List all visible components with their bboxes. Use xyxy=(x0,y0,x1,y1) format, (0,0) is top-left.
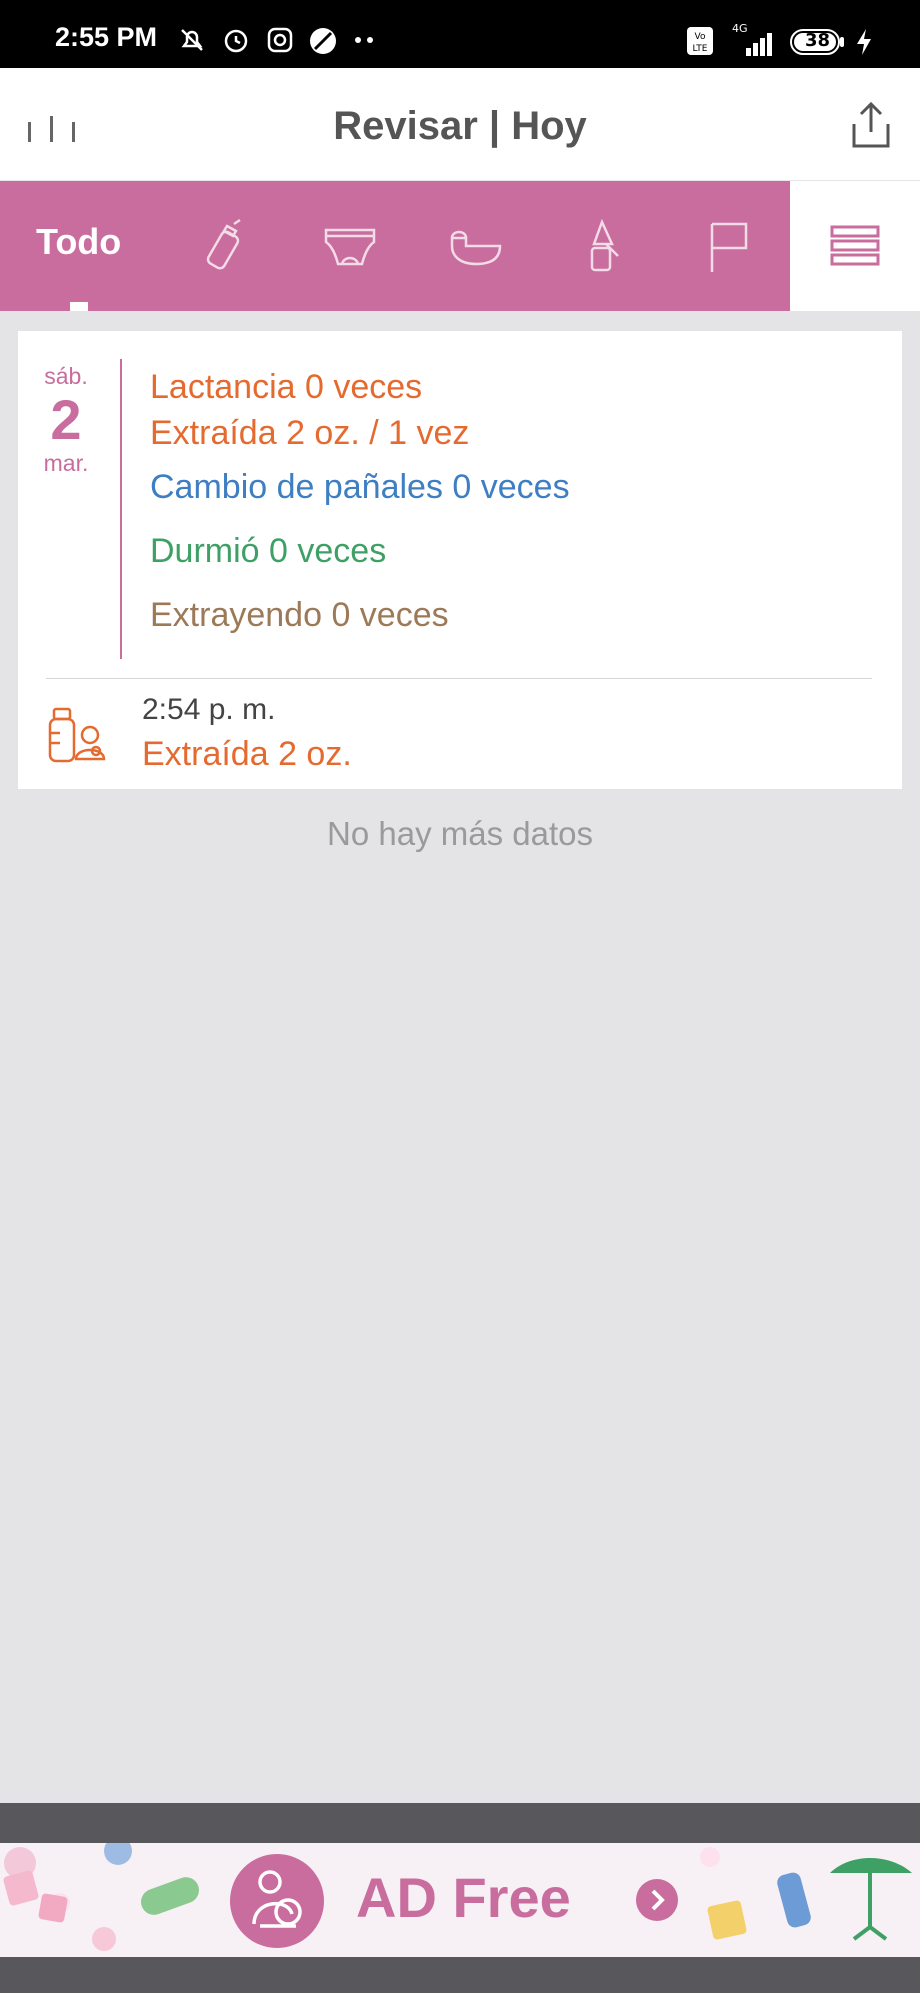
flag-icon[interactable] xyxy=(700,216,760,276)
svg-text:Vo: Vo xyxy=(695,32,706,42)
entry-description: Extraída 2 oz. xyxy=(142,735,352,773)
no-more-data-label: No hay más datos xyxy=(327,815,593,852)
ad-decoration-left xyxy=(3,1843,199,1951)
diaper-icon[interactable] xyxy=(320,216,380,276)
day-number: 2 xyxy=(50,388,82,451)
summary-durmio: Durmió 0 veces xyxy=(150,532,387,570)
daily-summary: Lactancia 0 veces Extraída 2 oz. / 1 vez… xyxy=(150,363,570,647)
charging-icon xyxy=(857,29,871,55)
ad-label: AD Free xyxy=(356,1866,571,1929)
summary-extraida: Extraída 2 oz. / 1 vez xyxy=(150,414,470,452)
summary-extrayendo: Extrayendo 0 veces xyxy=(150,596,449,634)
navigation-bar xyxy=(0,1957,920,1993)
list-view-button[interactable] xyxy=(790,181,920,311)
date-divider xyxy=(120,359,122,659)
active-tab-indicator xyxy=(70,302,88,311)
signal-icon xyxy=(746,33,772,56)
weekday-label: sáb. xyxy=(44,363,88,389)
instagram-icon xyxy=(267,27,293,53)
pump-icon[interactable] xyxy=(572,216,632,276)
month-label: mar. xyxy=(43,450,89,476)
share-icon[interactable] xyxy=(848,100,894,150)
entry-time: 2:54 p. m. xyxy=(142,693,276,726)
battery-level: 38 xyxy=(805,30,831,51)
app-icon xyxy=(310,28,336,54)
sleep-icon[interactable] xyxy=(446,216,506,276)
card-divider xyxy=(46,678,872,679)
summary-panales: Cambio de pañales 0 veces xyxy=(150,468,570,506)
ad-decoration-right xyxy=(700,1847,912,1941)
status-time: 2:55 PM xyxy=(55,22,158,52)
svg-text:LTE: LTE xyxy=(693,44,708,54)
ad-top-bar xyxy=(0,1803,920,1843)
page-title: Revisar | Hoy xyxy=(333,104,587,148)
category-tabs: Todo xyxy=(0,181,790,311)
bottle-icon[interactable] xyxy=(194,216,254,276)
ad-free-banner[interactable]: AD Free xyxy=(0,1843,920,1957)
more-notifications-icon xyxy=(355,37,373,43)
pumped-bottle-icon xyxy=(48,707,106,763)
summary-lactancia: Lactancia 0 veces xyxy=(150,368,423,406)
status-bar: 2:55 PM Vo LTE 4G 38 xyxy=(0,0,920,68)
tab-todo[interactable]: Todo xyxy=(36,221,121,263)
mother-baby-icon xyxy=(230,1854,324,1948)
alarm-icon xyxy=(224,29,248,53)
list-icon xyxy=(830,225,880,266)
date-block: sáb. 2 mar. xyxy=(18,363,114,477)
mute-icon xyxy=(181,29,203,51)
day-summary-card[interactable]: sáb. 2 mar. Lactancia 0 veces Extraída 2… xyxy=(18,331,902,789)
app-bar: Revisar | Hoy xyxy=(0,68,920,181)
volte-icon: Vo LTE xyxy=(687,27,713,55)
chevron-right-icon[interactable] xyxy=(636,1879,678,1921)
